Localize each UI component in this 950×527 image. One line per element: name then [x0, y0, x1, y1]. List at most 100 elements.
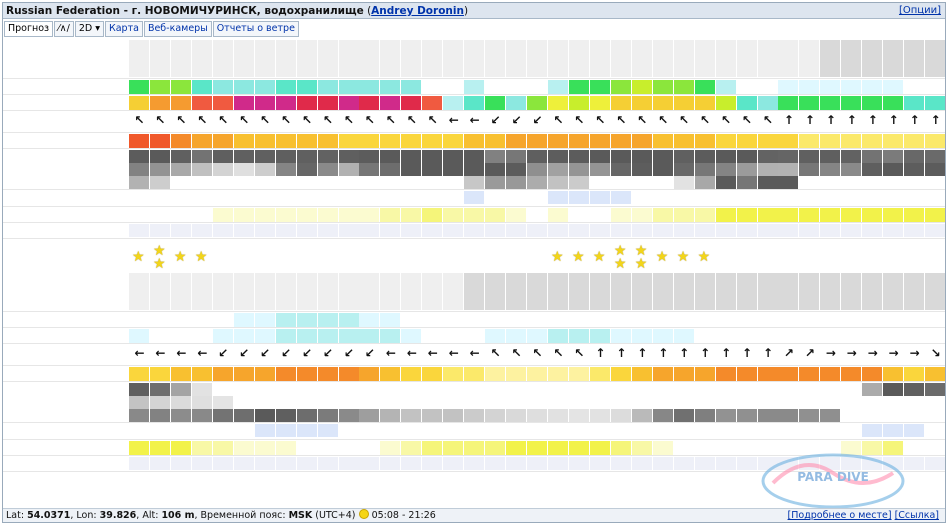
cell-humid [170, 208, 192, 222]
graph-icon[interactable]: ⁄∧∕ [54, 21, 74, 37]
time-hours-cell [799, 297, 821, 310]
wind-arrow-icon: ← [422, 345, 443, 365]
arrow-icon: ↑ [700, 346, 711, 360]
time-hours-cell [527, 297, 549, 310]
cell-gust [275, 329, 297, 343]
cell-gust [317, 329, 339, 343]
cell-press [904, 224, 926, 237]
time-hours-cell [925, 64, 945, 77]
cell-gust [296, 329, 318, 343]
cell-cl_mid [820, 163, 842, 176]
cell-temp [296, 134, 318, 148]
cell-cl_low [883, 409, 905, 422]
permalink[interactable]: [Ссылка] [895, 510, 939, 521]
tab-forecast[interactable]: Прогноз [4, 21, 54, 37]
time-days-cell [129, 40, 150, 52]
cell-speed [359, 80, 381, 94]
cell-cl_mid [254, 396, 276, 409]
tab-map[interactable]: Карта [104, 21, 143, 37]
time-hours-cell [694, 64, 716, 77]
cell-cl_high [568, 150, 590, 163]
cell-gust [925, 329, 945, 343]
time-dates-cell [380, 52, 402, 64]
cell-cl_high [485, 150, 507, 163]
time-days-cell [715, 273, 737, 285]
cell-speed [568, 80, 590, 94]
time-days-cell [296, 273, 318, 285]
author-link[interactable]: Andrey Doronin [371, 5, 464, 17]
cell-precip [904, 191, 926, 204]
cell-humid [296, 441, 318, 455]
cell-cl_mid [652, 163, 674, 176]
time-hours-cell [589, 297, 611, 310]
cell-cl_low [548, 409, 569, 422]
time-hours-cell [883, 297, 905, 310]
time-hours-cell [841, 297, 863, 310]
cell-humid [652, 441, 674, 455]
cell-cl_mid [212, 163, 234, 176]
time-days-cell [548, 273, 569, 285]
arrow-icon: ↙ [532, 113, 543, 127]
time-hours-cell [170, 64, 192, 77]
row-divider [3, 206, 945, 207]
time-days-cell [170, 273, 192, 285]
cell-cl_mid [631, 163, 653, 176]
wind-arrow-icon: ↑ [611, 345, 632, 365]
time-dates-cell [820, 52, 842, 64]
cell-speed [925, 313, 945, 327]
time-days-cell [694, 40, 716, 52]
wind-arrow-icon: ↖ [401, 112, 422, 132]
cell-speed [757, 80, 779, 94]
tab-2d[interactable]: 2D ▾ [74, 21, 104, 37]
cell-cl_mid [862, 396, 884, 409]
cell-cl_low [485, 409, 507, 422]
model-link[interactable] [5, 273, 129, 285]
star-icon: ★ [173, 249, 187, 265]
cell-precip [212, 191, 234, 204]
cell-cl_low [652, 409, 674, 422]
cell-cl_low [527, 409, 549, 422]
time-hours-cell [506, 297, 528, 310]
cell-cl_high [548, 383, 569, 396]
cell-cl_mid [401, 163, 423, 176]
cell-cl_low [317, 176, 339, 189]
cell-cl_high [841, 383, 863, 396]
cell-speed [485, 80, 507, 94]
time-days-cell [904, 40, 926, 52]
cell-gust [212, 329, 234, 343]
more-about-place-link[interactable]: [Подробнее о месте] [788, 510, 892, 521]
cell-temp [443, 367, 465, 381]
time-days-cell [862, 40, 884, 52]
cell-cl_high [129, 383, 150, 396]
cell-cl_high [422, 383, 444, 396]
chevron-down-icon: ▾ [95, 23, 100, 34]
cell-temp [380, 134, 402, 148]
cell-cl_low [610, 409, 632, 422]
wind-arrow-icon: ← [443, 112, 464, 132]
cell-temp [925, 367, 945, 381]
arrow-icon: ↖ [553, 346, 564, 360]
time-hours-cell [736, 297, 758, 310]
cell-press [736, 224, 758, 237]
row-divider [3, 327, 945, 328]
cell-temp [694, 367, 716, 381]
cell-precip [129, 424, 150, 437]
cell-cl_mid [715, 396, 737, 409]
cell-precip [610, 424, 632, 437]
title-separator: - [119, 5, 132, 17]
tab-webcams[interactable]: Веб-камеры [143, 21, 212, 37]
arrow-icon: ↙ [239, 346, 250, 360]
cell-press [631, 224, 653, 237]
cell-cl_high [883, 383, 905, 396]
row-label-press [5, 457, 129, 470]
tab-reports[interactable]: Отчеты о ветре [212, 21, 299, 37]
time-hours-cell [652, 297, 674, 310]
cell-press [925, 457, 945, 470]
cell-speed [317, 80, 339, 94]
time-dates-cell [925, 285, 945, 297]
model-link[interactable] [5, 40, 129, 52]
cell-temp [275, 134, 297, 148]
cell-cl_low [233, 409, 255, 422]
options-link[interactable]: [Опции] [899, 3, 941, 19]
wind-arrow-icon: ↑ [674, 345, 695, 365]
